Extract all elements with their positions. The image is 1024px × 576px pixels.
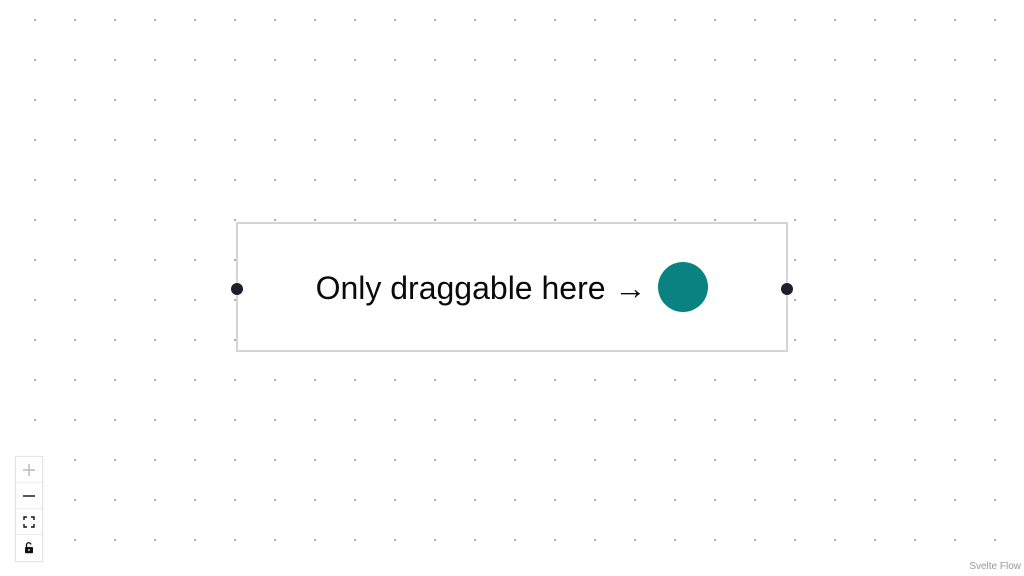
- zoom-in-button[interactable]: [16, 457, 42, 483]
- flow-canvas[interactable]: Only draggable here → Svelte Flow: [0, 0, 1024, 576]
- minus-icon: [23, 494, 35, 497]
- plus-icon: [23, 463, 35, 476]
- flow-controls: [15, 456, 43, 562]
- fit-view-button[interactable]: [16, 509, 42, 535]
- flow-node[interactable]: Only draggable here →: [231, 222, 793, 352]
- toggle-interactivity-button[interactable]: [16, 535, 42, 561]
- zoom-out-button[interactable]: [16, 483, 42, 509]
- source-handle[interactable]: [781, 283, 793, 295]
- fit-view-icon: [23, 515, 35, 528]
- drag-handle-circle[interactable]: [658, 262, 709, 312]
- attribution-link[interactable]: Svelte Flow: [966, 559, 1021, 574]
- node-content: Only draggable here →: [238, 224, 786, 350]
- node-label: Only draggable here →: [315, 269, 647, 306]
- unlock-icon: [25, 542, 33, 554]
